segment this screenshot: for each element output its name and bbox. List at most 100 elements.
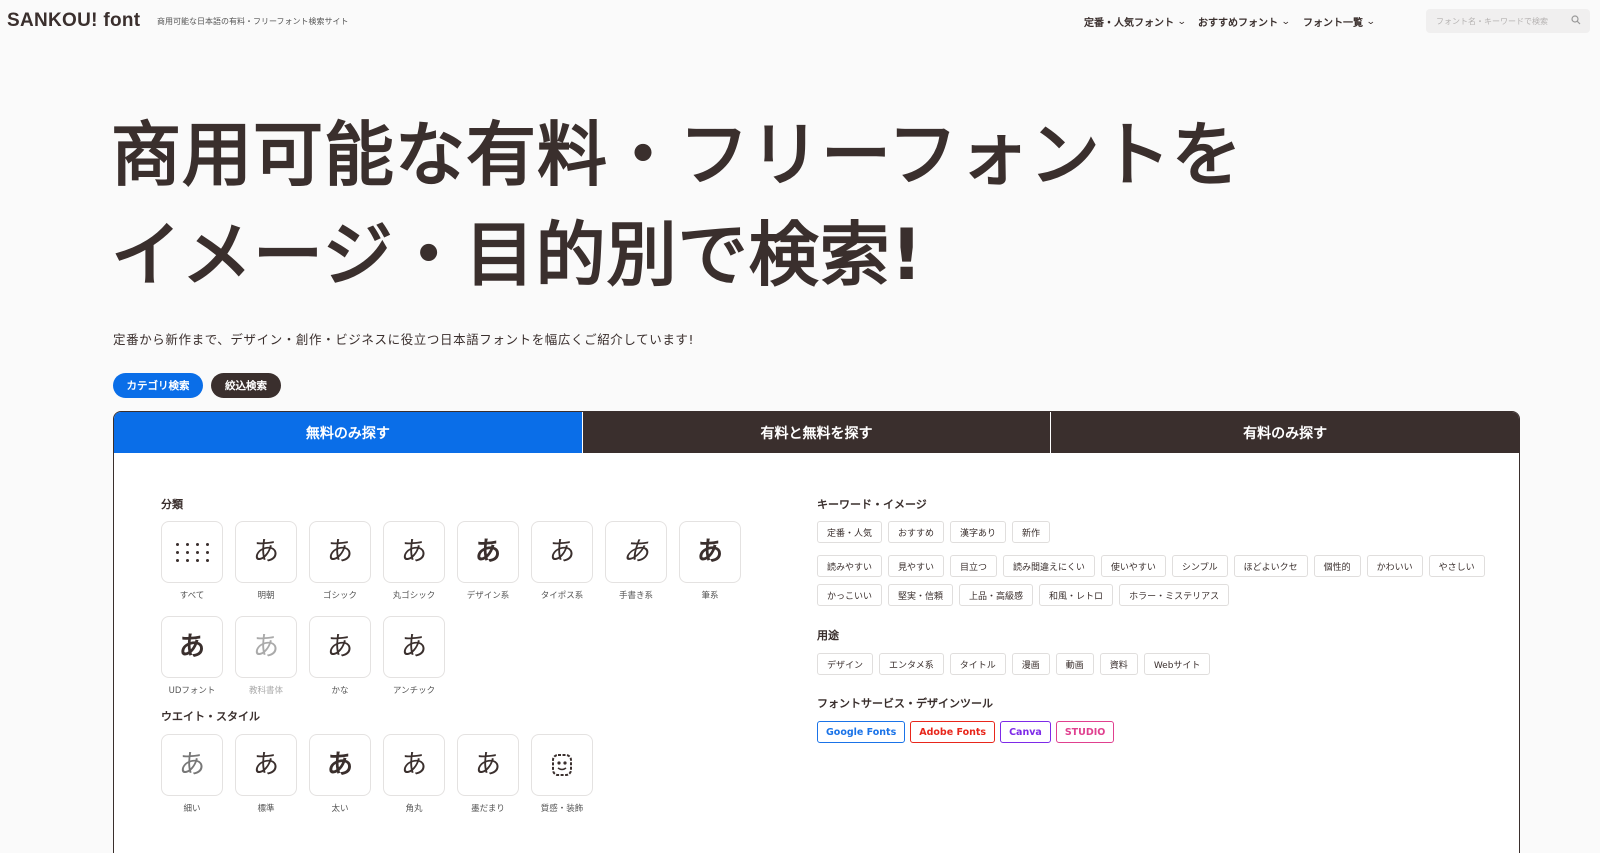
weight-tile-texture[interactable] (531, 734, 593, 796)
services-title: フォントサービス・デザインツール (817, 697, 993, 710)
glyph-sample: あ (326, 632, 353, 662)
usage-tag[interactable]: Webサイト (1143, 653, 1211, 675)
keyword-tag[interactable]: 個性的 (1313, 555, 1361, 577)
keyword-tag[interactable]: 上品・高級感 (959, 584, 1034, 606)
search-box (1426, 9, 1590, 34)
glyph-sample: あ (178, 632, 205, 662)
nav-popular-fonts[interactable]: 定番・人気フォント ⌄ (1084, 14, 1187, 30)
search-input[interactable] (1426, 9, 1566, 34)
usage-tag[interactable]: 漫画 (1011, 653, 1050, 675)
keyword-row-2: 読みやすい 見やすい 目立つ 読み間違えにくい 使いやすい シンプル ほどよいク… (817, 555, 1491, 577)
keyword-tag[interactable]: ホラー・ミステリアス (1119, 584, 1230, 606)
weight-tile-thin[interactable]: あ (161, 734, 223, 796)
glyph-sample: あ (400, 632, 427, 662)
usage-tag[interactable]: 資料 (1099, 653, 1138, 675)
glyph-sample: あ (252, 750, 279, 780)
chevron-down-icon: ⌄ (1365, 16, 1376, 27)
usage-tag[interactable]: タイトル (949, 653, 1006, 675)
hero-title-line2: イメージ・目的別で検索! (111, 214, 924, 296)
tab-paid-and-free[interactable]: 有料と無料を探す (581, 412, 1051, 453)
category-tile-typos[interactable]: あ (531, 521, 593, 583)
category-tile-ud[interactable]: あ (161, 616, 223, 678)
glyph-sample: あ (622, 537, 649, 567)
category-tile-kana[interactable]: あ (309, 616, 371, 678)
glyph-sample: あ (548, 537, 575, 567)
tab-paid-only[interactable]: 有料のみ探す (1050, 412, 1519, 453)
category-tile-brush[interactable]: あ (679, 521, 741, 583)
glyph-sample: あ (696, 537, 723, 567)
glyph-sample: あ (474, 537, 501, 567)
glyph-sample: あ (400, 750, 427, 780)
nav-label: フォント一覧 (1303, 18, 1363, 29)
weight-tile-rounded[interactable]: あ (383, 734, 445, 796)
nav-font-list[interactable]: フォント一覧 ⌄ (1303, 14, 1376, 30)
keyword-tag[interactable]: ほどよいクセ (1233, 555, 1308, 577)
tile-label: アンチック (392, 686, 436, 696)
hero-subtitle: 定番から新作まで、デザイン・創作・ビジネスに役立つ日本語フォントを幅広くご紹介し… (113, 332, 695, 347)
chevron-down-icon: ⌄ (1280, 16, 1291, 27)
category-tile-kyokasho[interactable]: あ (235, 616, 297, 678)
keyword-tag[interactable]: シンプル (1171, 555, 1228, 577)
site-logo[interactable]: SANKOU! font (7, 10, 140, 32)
narrow-search-button[interactable]: 絞込検索 (211, 373, 281, 398)
category-tile-mincho[interactable]: あ (235, 521, 297, 583)
service-canva[interactable]: Canva (1000, 721, 1051, 743)
service-studio[interactable]: STUDIO (1055, 721, 1115, 743)
usage-tag[interactable]: 動画 (1055, 653, 1094, 675)
keyword-tag[interactable]: 使いやすい (1100, 555, 1166, 577)
service-adobe-fonts[interactable]: Adobe Fonts (910, 721, 996, 743)
weight-style-title: ウエイト・スタイル (161, 710, 260, 723)
service-google-fonts[interactable]: Google Fonts (817, 721, 906, 743)
weight-tile-regular[interactable]: あ (235, 734, 297, 796)
keyword-tag[interactable]: かわいい (1366, 555, 1423, 577)
category-tile-maru-gothic[interactable]: あ (383, 521, 445, 583)
keyword-tag[interactable]: 新作 (1012, 521, 1051, 543)
tab-free-only[interactable]: 無料のみ探す (114, 412, 582, 453)
glyph-sample: あ (474, 750, 501, 780)
keyword-tag[interactable]: かっこいい (817, 584, 883, 606)
tab-bar: 無料のみ探す 有料と無料を探す 有料のみ探す (114, 412, 1519, 453)
usage-tag[interactable]: デザイン (817, 653, 874, 675)
glyph-sample: あ (178, 750, 205, 780)
services-row: Google Fonts Adobe Fonts Canva STUDIO (817, 721, 1119, 743)
usage-title: 用途 (817, 629, 839, 642)
classification-title: 分類 (161, 498, 183, 511)
category-tile-antique[interactable]: あ (383, 616, 445, 678)
weight-tile-bold[interactable]: あ (309, 734, 371, 796)
category-tile-gothic[interactable]: あ (309, 521, 371, 583)
keyword-tag[interactable]: やさしい (1428, 555, 1485, 577)
keyword-tag[interactable]: 堅実・信頼 (888, 584, 954, 606)
keyword-tag[interactable]: 読み間違えにくい (1003, 555, 1095, 577)
tile-label: 質感・装飾 (540, 804, 584, 814)
texture-decor-icon (552, 754, 572, 776)
keyword-tag[interactable]: 定番・人気 (817, 521, 883, 543)
chevron-down-icon: ⌄ (1176, 16, 1187, 27)
keyword-tag[interactable]: 見やすい (888, 555, 945, 577)
category-tile-design[interactable]: あ (457, 521, 519, 583)
nav-recommended-fonts[interactable]: おすすめフォント ⌄ (1198, 14, 1291, 30)
category-tile-handwriting[interactable]: あ (605, 521, 667, 583)
glyph-sample: あ (252, 632, 279, 662)
keyword-tag[interactable]: 漢字あり (950, 521, 1007, 543)
keyword-tag[interactable]: 読みやすい (817, 555, 883, 577)
usage-tag[interactable]: エンタメ系 (879, 653, 944, 675)
dot-grid-icon (175, 542, 209, 562)
keyword-tag[interactable]: 目立つ (950, 555, 998, 577)
category-tile-all[interactable] (161, 521, 223, 583)
keyword-image-title: キーワード・イメージ (817, 498, 927, 511)
nav-label: 定番・人気フォント (1084, 18, 1174, 29)
keyword-tag[interactable]: 和風・レトロ (1039, 584, 1114, 606)
tile-label: 筆系 (701, 591, 719, 601)
usage-row: デザイン エンタメ系 タイトル 漫画 動画 資料 Webサイト (817, 653, 1216, 675)
weight-tile-ink-blot[interactable]: あ (457, 734, 519, 796)
keyword-row-3: かっこいい 堅実・信頼 上品・高級感 和風・レトロ ホラー・ミステリアス (817, 584, 1235, 606)
category-search-button[interactable]: カテゴリ検索 (113, 373, 203, 398)
nav-label: おすすめフォント (1198, 18, 1278, 29)
keyword-tag[interactable]: おすすめ (888, 521, 945, 543)
glyph-sample: あ (326, 750, 353, 780)
glyph-sample: あ (326, 537, 353, 567)
search-panel: 無料のみ探す 有料と無料を探す 有料のみ探す 分類 すべて あ 明朝 あ ゴシッ… (113, 411, 1520, 853)
hero-title-line1: 商用可能な有料・フリーフォントを (111, 114, 1243, 196)
keyword-row-1: 定番・人気 おすすめ 漢字あり 新作 (817, 521, 1056, 543)
search-icon[interactable] (1571, 15, 1581, 25)
